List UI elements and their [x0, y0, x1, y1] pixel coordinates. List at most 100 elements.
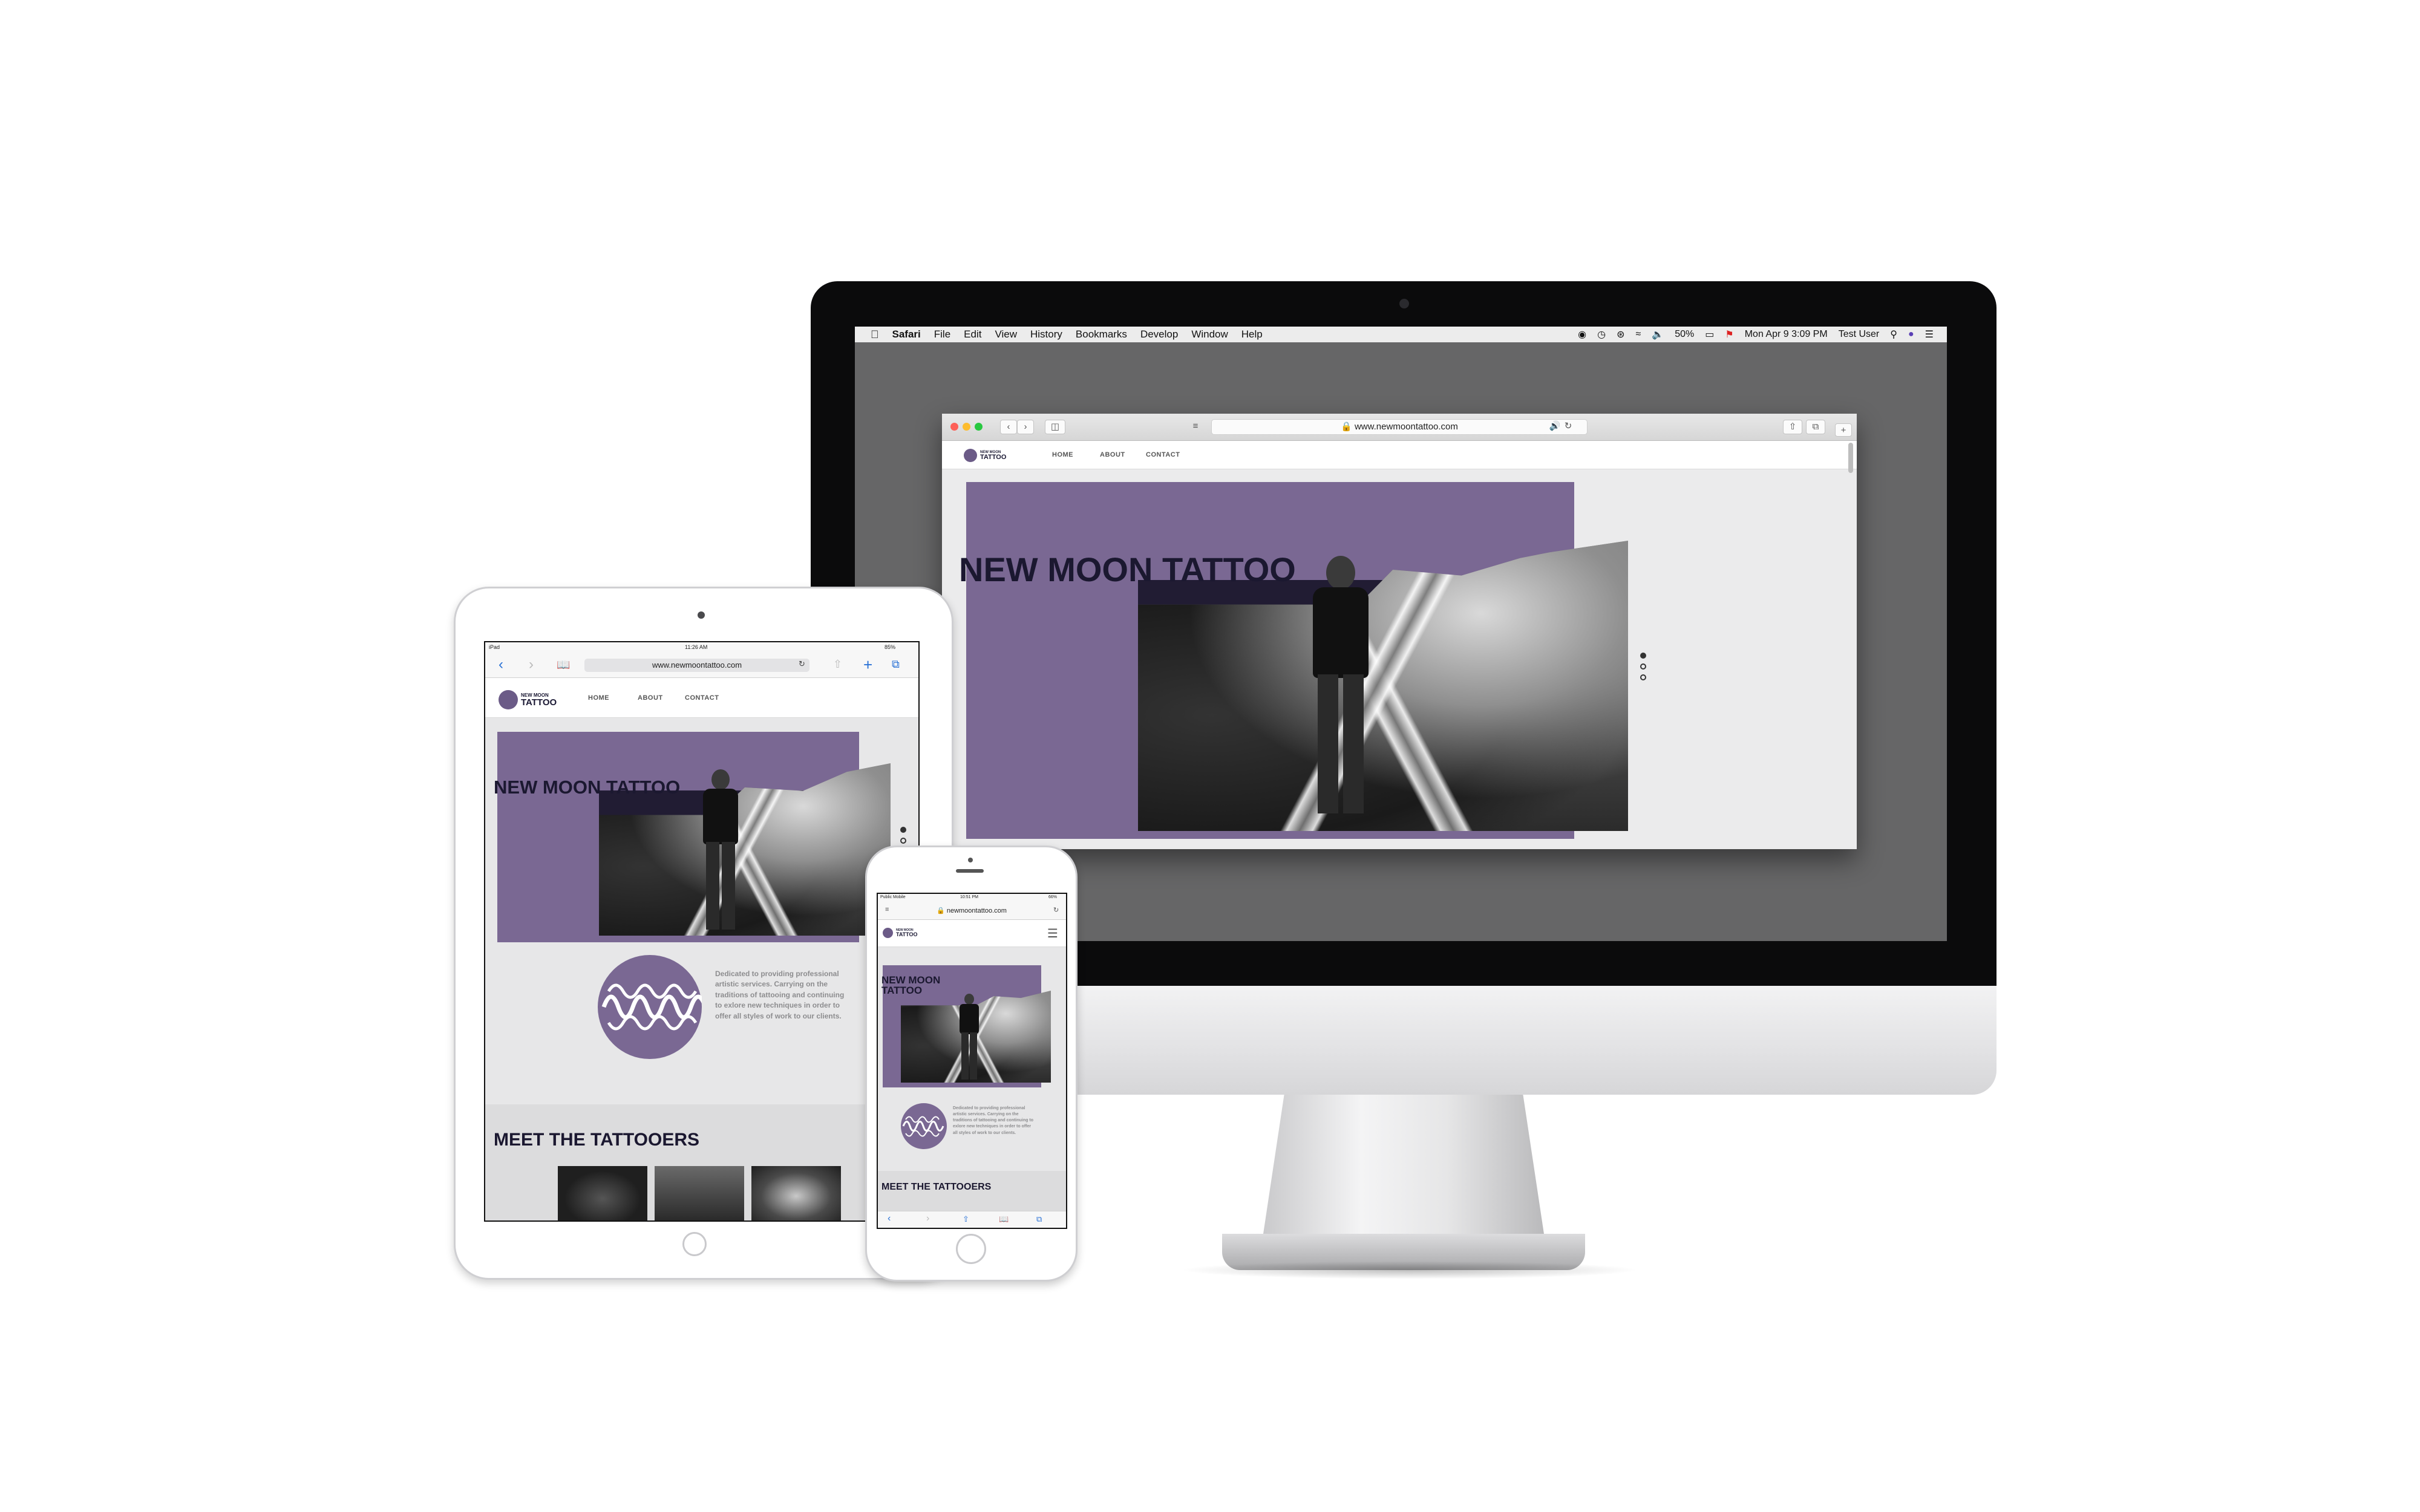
menu-app-name[interactable]: Safari: [892, 328, 921, 341]
iphone-logo-moon-icon: [883, 928, 893, 938]
ipad-bookmarks-icon[interactable]: 📖: [557, 659, 570, 671]
flag-icon[interactable]: ⚑: [1725, 328, 1733, 341]
iphone-safari-bottom-bar: ‹ › ⇧ 📖 ⧉: [878, 1211, 1066, 1228]
ipad-tattooer-photo[interactable]: [558, 1166, 647, 1220]
iphone-share-icon[interactable]: ⇧: [963, 1214, 969, 1224]
ipad-url: www.newmoontattoo.com: [652, 660, 742, 670]
spotlight-icon[interactable]: ⚲: [1890, 328, 1897, 341]
back-icon[interactable]: ‹: [1000, 420, 1017, 434]
iphone-address-bar[interactable]: 🔒 newmoontattoo.com: [902, 906, 1041, 916]
ipad-nav-about[interactable]: ABOUT: [638, 694, 663, 702]
minimize-window-button[interactable]: [963, 423, 970, 431]
ipad-about-moon-logo: [598, 955, 708, 1059]
forward-icon[interactable]: ›: [1017, 420, 1034, 434]
site-logo[interactable]: NEW MOON TATTOO: [964, 449, 1006, 462]
sidebar-icon[interactable]: ◫: [1045, 420, 1065, 434]
battery-icon[interactable]: ▭: [1705, 328, 1714, 341]
slide-dot[interactable]: [1640, 674, 1646, 680]
iphone-site-logo[interactable]: NEW MOON TATTOO: [883, 928, 918, 938]
nav-contact[interactable]: CONTACT: [1146, 451, 1180, 458]
address-bar-url: www.newmoontattoo.com: [1354, 422, 1458, 432]
ipad-new-tab-icon[interactable]: +: [863, 656, 872, 674]
battery-percent[interactable]: 50%: [1675, 329, 1694, 340]
ipad-status-device: iPad: [489, 644, 500, 650]
menu-help[interactable]: Help: [1241, 328, 1263, 341]
iphone-hamburger-menu-icon[interactable]: ☰: [1047, 926, 1058, 941]
iphone-status-battery: 66%: [1048, 895, 1058, 899]
menu-file[interactable]: File: [934, 328, 950, 341]
site-navbar: NEW MOON TATTOO HOME ABOUT CONTACT: [942, 441, 1857, 469]
iphone-tabs-icon[interactable]: ⧉: [1036, 1214, 1042, 1224]
ipad-forward-icon[interactable]: ›: [529, 656, 534, 673]
safari-window: ‹ › ◫ ≡ 🔒 www.newmoontattoo.com 🔊 ↻ ⇧ ⧉ …: [942, 414, 1857, 849]
iphone-camera: [968, 858, 973, 862]
ipad-share-icon[interactable]: ⇧: [833, 658, 842, 671]
wifi-icon[interactable]: ≈: [1636, 329, 1641, 340]
iphone-reader-icon[interactable]: ≡: [885, 906, 889, 913]
iphone-forward-icon[interactable]: ›: [926, 1213, 929, 1224]
menubar-user[interactable]: Test User: [1839, 329, 1880, 340]
volume-icon[interactable]: 🔈: [1652, 328, 1664, 341]
ipad-logo-moon-icon: [499, 690, 518, 709]
mac-menubar:  Safari File Edit View History Bookmark…: [855, 327, 1947, 342]
slide-dot-active[interactable]: [1640, 653, 1646, 659]
ipad-statusbar: iPad 11:26 AM 85%: [485, 642, 918, 653]
new-tab-button[interactable]: +: [1835, 423, 1852, 437]
imac-camera: [1399, 299, 1409, 308]
iphone-about-text: Dedicated to providing professional arti…: [953, 1106, 1033, 1135]
ipad-nav-home[interactable]: HOME: [588, 694, 609, 702]
ipad-tabs-icon[interactable]: ⧉: [892, 658, 900, 671]
ipad-back-icon[interactable]: ‹: [499, 656, 503, 673]
menu-edit[interactable]: Edit: [964, 328, 981, 341]
slide-dot[interactable]: [1640, 663, 1646, 670]
iphone-reload-icon[interactable]: ↻: [1053, 906, 1059, 914]
zoom-window-button[interactable]: [975, 423, 983, 431]
tabs-icon[interactable]: ⧉: [1806, 420, 1825, 434]
siri-icon[interactable]: ●: [1908, 329, 1914, 340]
iphone-home-button[interactable]: [956, 1234, 986, 1264]
safari-toolbar: ‹ › ◫ ≡ 🔒 www.newmoontattoo.com 🔊 ↻ ⇧ ⧉ …: [942, 414, 1857, 441]
iphone-site-navbar: NEW MOON TATTOO ☰: [878, 920, 1066, 947]
iphone-back-icon[interactable]: ‹: [888, 1213, 891, 1224]
ipad-slide-dot-active[interactable]: [900, 827, 906, 833]
nav-about[interactable]: ABOUT: [1100, 451, 1125, 458]
ipad-reload-icon[interactable]: ↻: [799, 659, 805, 669]
menu-history[interactable]: History: [1030, 328, 1062, 341]
bluetooth-icon[interactable]: ⊛: [1617, 328, 1624, 341]
ipad-logo-big-text: TATTOO: [521, 697, 557, 708]
ipad-tattooer-photo[interactable]: [655, 1166, 744, 1220]
eye-icon[interactable]: ◉: [1578, 328, 1586, 341]
ipad-about-text: Dedicated to providing professional arti…: [715, 969, 845, 1020]
ipad-site-logo[interactable]: NEW MOON TATTOO: [499, 690, 557, 709]
hero-title: NEW MOON TATTOO: [959, 550, 1296, 588]
time-machine-icon[interactable]: ◷: [1597, 328, 1606, 341]
iphone-about-moon-logo: [901, 1103, 947, 1149]
menu-view[interactable]: View: [995, 328, 1017, 341]
menu-develop[interactable]: Develop: [1140, 328, 1178, 341]
menu-window[interactable]: Window: [1191, 328, 1228, 341]
notification-center-icon[interactable]: ☰: [1925, 328, 1934, 341]
address-bar[interactable]: 🔒 www.newmoontattoo.com: [1211, 419, 1588, 435]
reload-icon[interactable]: ↻: [1562, 420, 1574, 433]
ipad-tattooer-photo[interactable]: [751, 1166, 841, 1220]
iphone-hero-title: NEW MOON TATTOO: [881, 974, 941, 996]
ipad-nav-contact[interactable]: CONTACT: [685, 694, 719, 702]
iphone-status-time: 10:51 PM: [960, 895, 978, 899]
ipad-address-bar[interactable]: www.newmoontattoo.com: [584, 659, 809, 672]
menu-bookmarks[interactable]: Bookmarks: [1076, 328, 1127, 341]
reader-icon[interactable]: ≡: [1187, 420, 1204, 433]
close-window-button[interactable]: [950, 423, 958, 431]
ipad-home-button[interactable]: [682, 1232, 707, 1256]
scrollbar[interactable]: [1848, 443, 1853, 473]
iphone-section-title: MEET THE TATTOOERS: [881, 1182, 992, 1192]
menubar-clock[interactable]: Mon Apr 9 3:09 PM: [1745, 329, 1828, 340]
audio-icon[interactable]: 🔊: [1549, 420, 1561, 433]
ipad-slide-dot[interactable]: [900, 838, 906, 844]
wave-pattern-icon: [601, 983, 708, 1031]
share-icon[interactable]: ⇧: [1783, 420, 1802, 434]
apple-icon[interactable]: : [871, 328, 879, 341]
nav-home[interactable]: HOME: [1052, 451, 1073, 458]
ipad-status-time: 11:26 AM: [685, 644, 708, 650]
iphone-bookmarks-icon[interactable]: 📖: [999, 1214, 1009, 1224]
iphone-hero-person: [957, 994, 982, 1081]
